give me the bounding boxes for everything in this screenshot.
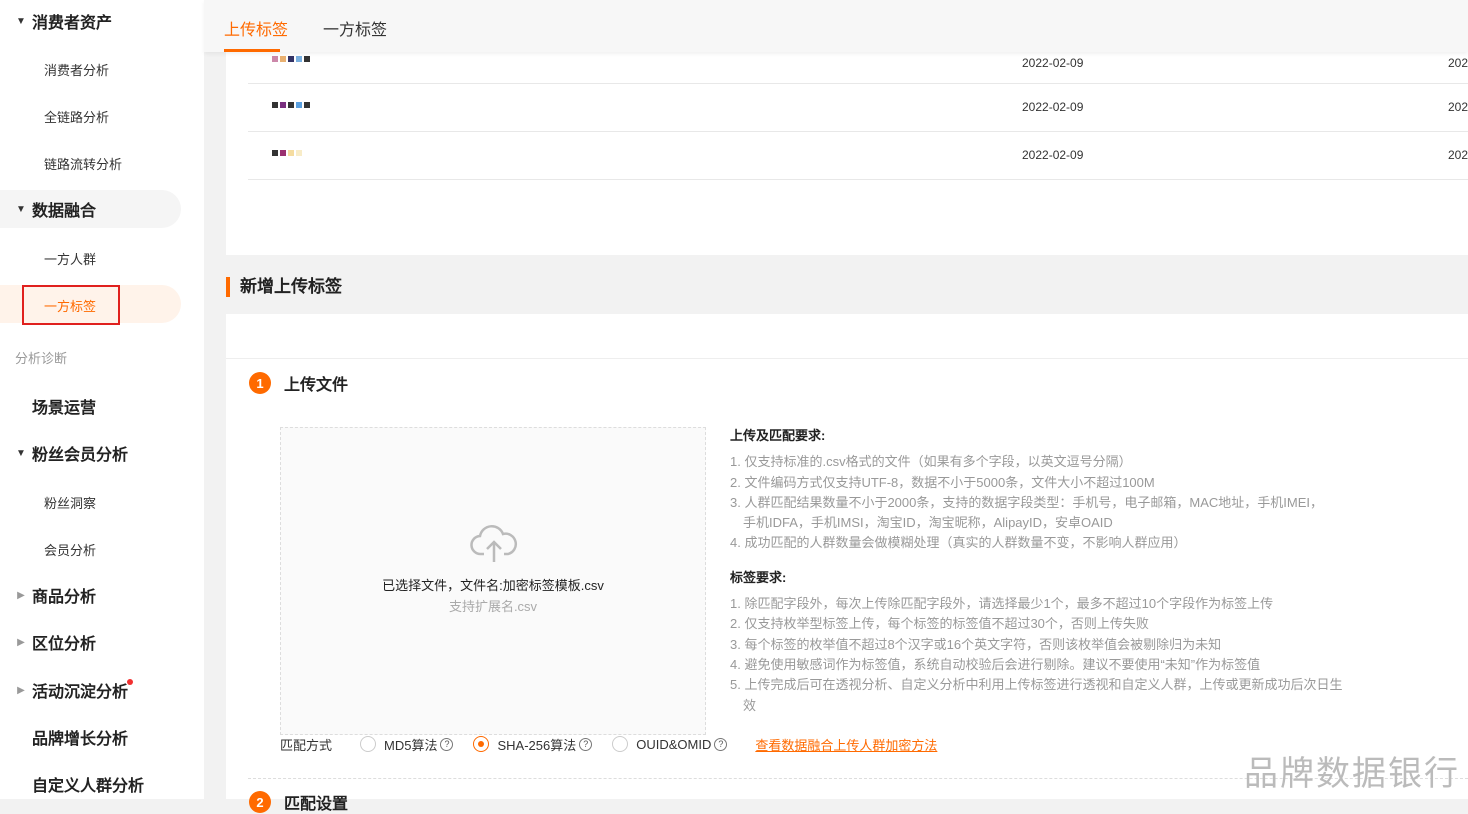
selected-file: 已选择文件，文件名:加密标签模板.csv [382,578,604,593]
active-tab-indicator [224,49,280,52]
radio-ouid-omid[interactable]: OUID&OMID? [612,736,728,752]
nav-scene-ops[interactable]: 场景运营 [0,387,181,425]
caret-down-icon: ▼ [16,203,26,215]
notification-dot [127,679,133,685]
blurred-name [272,150,302,156]
supported-ext: 支持扩展名.csv [448,599,538,614]
nav-product-analysis[interactable]: ▶ 商品分析 [0,576,181,614]
nav-activity-analysis[interactable]: ▶ 活动沉淀分析 [0,671,181,709]
tab-upload-tags[interactable]: 上传标签 [224,16,288,40]
nav-fan-insight[interactable]: 粉丝洞察 [44,493,96,512]
step-match-settings: 2 匹配设置 [249,790,348,814]
section-title: 新增上传标签 [226,277,342,297]
tag-list-card: 2022-02-09 202 2022-02-09 202 2022-02-09 20… [226,52,1468,255]
caret-right-icon: ▶ [17,684,25,696]
requirements: 上传及匹配要求: 1. 仅支持标准的.csv格式的文件（如果有多个字段，以英文逗… [730,428,1343,713]
help-icon[interactable]: ? [579,737,593,751]
table-row[interactable]: 2022-02-09 202 [248,132,1468,180]
nav-consumer-assets[interactable]: ▼ 消费者资产 [0,2,181,40]
match-method: 匹配方式 MD5算法? SHA-256算法? OUID&OMID? 查看数据融合… [280,735,938,754]
step-upload-file: 1 上传文件 [249,371,348,395]
caret-down-icon: ▼ [16,447,26,459]
tab-first-party-tags[interactable]: 一方标签 [323,16,387,40]
help-icon[interactable]: ? [714,737,728,751]
nav-data-fusion[interactable]: ▼ 数据融合 [0,190,181,228]
nav-first-party-crowd[interactable]: 一方人群 [44,249,96,268]
help-icon[interactable]: ? [440,737,454,751]
nav-full-chain[interactable]: 全链路分析 [44,107,109,126]
blurred-name [272,56,310,62]
encryption-method-link[interactable]: 查看数据融合上传人群加密方法 [755,735,937,754]
nav-member-analysis[interactable]: 会员分析 [44,540,96,559]
group-diagnosis: 分析诊断 [15,351,68,366]
nav-chain-flow[interactable]: 链路流转分析 [44,154,122,173]
nav-brand-growth[interactable]: 品牌增长分析 [0,718,181,756]
file-dropzone[interactable]: 已选择文件，文件名:加密标签模板.csv 支持扩展名.csv [280,427,706,735]
upload-form-card: 1 上传文件 已选择文件，文件名:加密标签模板.csv 支持扩展名.csv 上传及… [226,314,1468,813]
nav-first-party-tags-label[interactable]: 一方标签 [44,296,96,315]
cloud-upload-icon [470,525,517,562]
nav-zone-analysis[interactable]: ▶ 区位分析 [0,623,181,661]
caret-down-icon: ▼ [16,15,26,27]
table-row[interactable]: 2022-02-09 202 [248,84,1468,132]
nav-consumer-analysis[interactable]: 消费者分析 [44,60,109,79]
nav-fan-member[interactable]: ▼ 粉丝会员分析 [0,434,181,472]
nav-custom-crowd[interactable]: 自定义人群分析 [0,765,181,803]
sidebar: ▼ 消费者资产 消费者分析 全链路分析 链路流转分析 ▼ 数据融合 一方人群 一方标… [0,0,204,799]
radio-sha256[interactable]: SHA-256算法? [473,735,593,754]
caret-right-icon: ▶ [17,589,25,601]
radio-md5[interactable]: MD5算法? [360,735,454,754]
blurred-name [272,102,310,108]
caret-right-icon: ▶ [17,636,25,648]
tab-bar: 上传标签 一方标签 [204,0,1468,52]
watermark: 品牌数据银行 [1244,755,1460,793]
